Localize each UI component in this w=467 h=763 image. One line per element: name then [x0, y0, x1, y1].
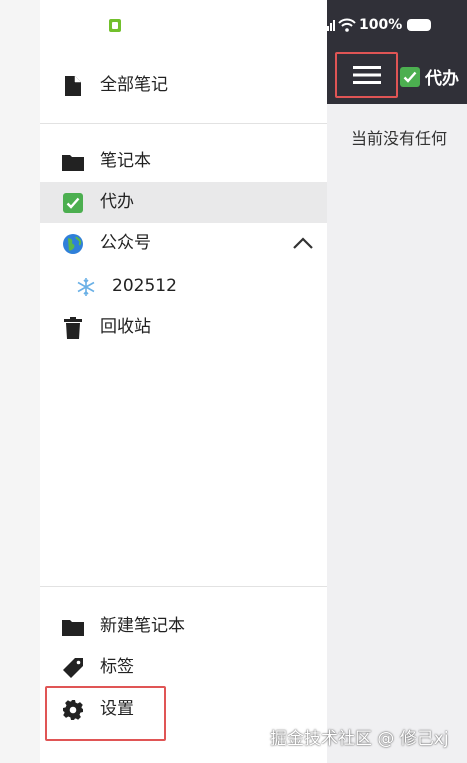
- app-bar: 100% 代办: [327, 0, 467, 104]
- drawer-item-label: 全部笔记: [100, 75, 168, 95]
- navigation-drawer: 全部笔记 笔记本 代办 公众号 202512 回收站 新建笔记本 标签 设置: [40, 0, 327, 763]
- drawer-item-public-account[interactable]: 公众号: [40, 223, 327, 264]
- drawer-item-all-notes[interactable]: 全部笔记: [40, 65, 327, 106]
- drawer-item-label: 新建笔记本: [100, 616, 185, 636]
- drawer-item-new-notebook[interactable]: 新建笔记本: [40, 606, 327, 647]
- drawer-item-todo[interactable]: 代办: [40, 182, 327, 223]
- drawer-item-notebooks[interactable]: 笔记本: [40, 141, 327, 182]
- chevron-up-icon[interactable]: [292, 235, 313, 253]
- left-gutter: [0, 0, 40, 763]
- main-pane: 100% 代办 当前没有任何: [327, 0, 467, 763]
- drawer-item-label: 公众号: [100, 233, 151, 253]
- drawer-item-label: 代办: [100, 192, 134, 212]
- check-icon: [400, 66, 420, 87]
- empty-state-text: 当前没有任何: [351, 129, 448, 148]
- wifi-icon: [338, 18, 356, 32]
- battery-percent: 100%: [359, 17, 403, 33]
- note-icon: [61, 74, 85, 98]
- menu-button[interactable]: [335, 52, 398, 98]
- drawer-item-label: 标签: [100, 657, 134, 677]
- drawer-item-tags[interactable]: 标签: [40, 647, 327, 688]
- snowflake-icon: [74, 275, 98, 299]
- drawer-item-trash[interactable]: 回收站: [40, 307, 327, 348]
- watermark-text: 掘金技术社区 @ 修己xj: [270, 729, 449, 749]
- app-notification-icon: [109, 19, 121, 32]
- hamburger-icon: [352, 66, 381, 84]
- divider: [40, 123, 327, 124]
- drawer-item-label: 回收站: [100, 317, 151, 337]
- folder-icon: [61, 615, 85, 639]
- globe-icon: [61, 232, 85, 256]
- folder-icon: [61, 150, 85, 174]
- page-title: 代办: [400, 64, 459, 89]
- status-bar: 100%: [327, 16, 432, 34]
- divider: [40, 586, 327, 587]
- signal-icon: [327, 20, 335, 31]
- drawer-item-label: 202512: [112, 276, 177, 296]
- page-title-text: 代办: [425, 69, 459, 89]
- drawer-item-202512[interactable]: 202512: [40, 266, 327, 307]
- drawer-item-label: 笔记本: [100, 151, 151, 171]
- battery-icon: [407, 19, 432, 31]
- settings-highlight-box: [45, 686, 166, 741]
- check-icon: [61, 191, 85, 215]
- tag-icon: [61, 656, 85, 680]
- trash-icon: [61, 316, 85, 340]
